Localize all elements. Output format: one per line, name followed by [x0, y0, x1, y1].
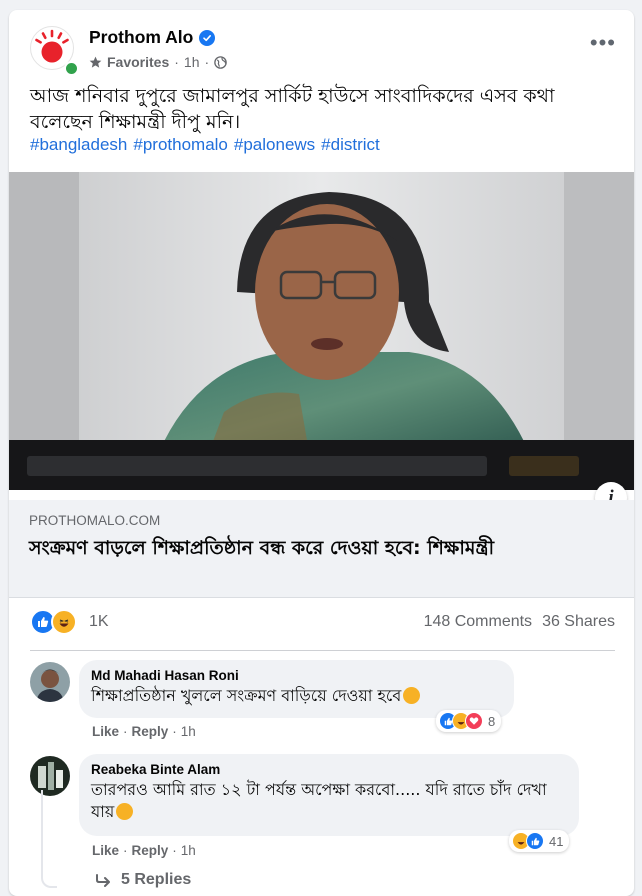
online-status-dot — [64, 61, 79, 76]
comment-time[interactable]: 1h — [181, 843, 196, 858]
comments-count[interactable]: 148 Comments — [424, 613, 533, 631]
news-photo — [9, 172, 634, 490]
like-button[interactable]: Like — [92, 843, 119, 858]
page-name-row: Prothom Alo — [89, 27, 216, 48]
reply-arrow-icon — [96, 874, 110, 887]
link-preview-image[interactable] — [9, 172, 634, 490]
favorites-label[interactable]: Favorites — [107, 54, 169, 70]
comment-text: তারপরও আমি রাত ১২ টা পর্যন্ত অপেক্ষা করব… — [91, 779, 567, 823]
link-title[interactable]: সংক্রমণ বাড়লে শিক্ষাপ্রতিষ্ঠান বন্ধ করে… — [29, 536, 609, 560]
comment-author[interactable]: Md Mahadi Hasan Roni — [91, 668, 502, 683]
comment-actions: Like · Reply · 1h — [92, 843, 196, 858]
view-replies-button[interactable]: 5 Replies — [95, 871, 191, 889]
love-reaction-icon — [465, 712, 483, 730]
meta-separator: · — [204, 54, 210, 70]
post-meta: Favorites · 1h · — [89, 54, 227, 70]
meta-separator: · — [174, 54, 179, 70]
separator: · — [172, 843, 177, 858]
link-domain: PROTHOMALO.COM — [29, 513, 161, 528]
like-button[interactable]: Like — [92, 724, 119, 739]
comment-time[interactable]: 1h — [181, 724, 196, 739]
separator: · — [172, 724, 177, 739]
replies-label: 5 Replies — [121, 871, 192, 888]
reply-button[interactable]: Reply — [132, 843, 169, 858]
separator: · — [123, 724, 128, 739]
comment-actions: Like · Reply · 1h — [92, 724, 196, 739]
comment-reaction-count: 8 — [488, 713, 496, 729]
commenter-photo — [30, 662, 70, 702]
rofl-emoji-icon — [116, 803, 134, 820]
reply-button[interactable]: Reply — [132, 724, 169, 739]
post-time[interactable]: 1h — [184, 54, 200, 70]
engagement-row: 1K 148 Comments 36 Shares — [30, 607, 615, 637]
reaction-summary[interactable]: 1K — [30, 609, 109, 635]
hashtag-link[interactable]: #prothomalo — [133, 135, 228, 155]
hashtags: #bangladesh #prothomalo #palonews #distr… — [30, 135, 380, 155]
star-icon — [89, 56, 102, 68]
comment-reaction-count: 41 — [549, 833, 564, 849]
separator: · — [123, 843, 128, 858]
post-text: আজ শনিবার দুপুরে জামালপুর সার্কিট হাউসে … — [30, 85, 555, 133]
avatar[interactable] — [30, 662, 70, 702]
hashtag-link[interactable]: #district — [321, 135, 380, 155]
thread-line — [41, 790, 57, 888]
link-preview-box[interactable]: PROTHOMALO.COM সংক্রমণ বাড়লে শিক্ষাপ্রত… — [9, 500, 634, 598]
like-reaction-icon — [526, 832, 544, 850]
comment-bubble: Reabeka Binte Alam তারপরও আমি রাত ১২ টা … — [79, 754, 579, 836]
post-stats: 148 Comments 36 Shares — [424, 613, 615, 631]
page-name[interactable]: Prothom Alo — [89, 27, 193, 48]
comment-author[interactable]: Reabeka Binte Alam — [91, 762, 567, 777]
verified-icon — [199, 29, 216, 46]
hashtag-link[interactable]: #palonews — [234, 135, 315, 155]
reaction-count: 1K — [89, 613, 109, 630]
comment-reactions[interactable]: 41 — [509, 830, 570, 852]
smile-emoji-icon — [403, 687, 421, 704]
hashtag-link[interactable]: #bangladesh — [30, 135, 127, 155]
shares-count[interactable]: 36 Shares — [542, 613, 615, 631]
comment-text-content: শিক্ষাপ্রতিষ্ঠান খুললে সংক্রমণ বাড়িয়ে … — [91, 686, 402, 705]
comment-text-content: তারপরও আমি রাত ১২ টা পর্যন্ত অপেক্ষা করব… — [91, 780, 547, 821]
comment-reactions[interactable]: 8 — [436, 710, 502, 732]
more-options-icon[interactable]: ••• — [590, 32, 616, 54]
divider — [30, 650, 615, 651]
globe-icon — [214, 55, 227, 69]
comment-text: শিক্ষাপ্রতিষ্ঠান খুললে সংক্রমণ বাড়িয়ে … — [91, 685, 502, 707]
post-card: Prothom Alo Favorites · 1h · ••• আজ শনিব… — [9, 10, 634, 896]
haha-reaction-icon — [51, 609, 77, 635]
